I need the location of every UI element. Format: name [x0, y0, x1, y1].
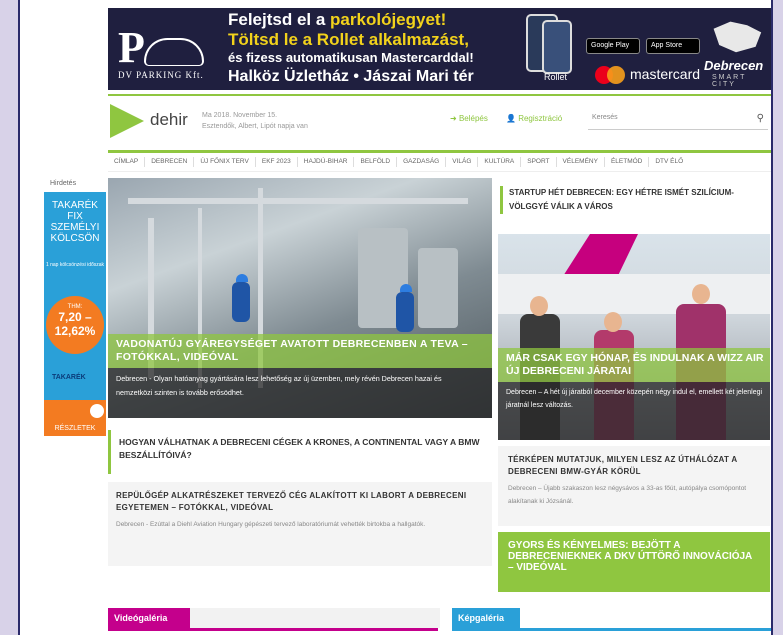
date-line: Ma 2018. November 15. [202, 112, 278, 119]
search-icon[interactable]: ⚲ [757, 113, 764, 124]
google-play-badge[interactable]: Google Play [586, 38, 640, 54]
startup-article-title[interactable]: STARTUP HÉT DEBRECEN: EGY HÉTRE ISMÉT SZ… [500, 186, 771, 214]
nav-item-vilag[interactable]: VILÁG [446, 157, 479, 167]
rollet-logo: Rollet [544, 72, 568, 82]
dehir-logo-text[interactable]: dehir [150, 110, 188, 130]
repulo-article-desc: Debrecen - Ezúttal a Diehl Aviation Hung… [116, 521, 426, 528]
date-info: Ma 2018. November 15. Esztendők, Albert,… [202, 110, 308, 132]
thm-badge: THM: 7,20 – 12,62% [46, 296, 104, 354]
app-store-badge[interactable]: App Store [646, 38, 700, 54]
wizz-article-title[interactable]: MÁR CSAK EGY HÓNAP, ÉS INDULNAK A WIZZ A… [506, 352, 766, 378]
mastercard-icon [595, 66, 627, 84]
debrecen-map-icon [713, 21, 762, 53]
nav-item-debrecen[interactable]: DEBRECEN [145, 157, 195, 167]
photo-gallery-heading[interactable]: Képgaléria [452, 608, 520, 628]
wizz-article-desc: Debrecen – A hét új járatból december kö… [506, 389, 763, 409]
login-link[interactable]: ➜ Belépés [450, 114, 488, 123]
video-gallery-underline [108, 628, 438, 631]
search-placeholder: Keresés [592, 114, 618, 121]
video-gallery-bar [190, 608, 440, 628]
terkep-article-title[interactable]: TÉRKÉPEN MUTATJUK, MILYEN LESZ AZ ÚTHÁLÓ… [508, 454, 760, 478]
register-link[interactable]: 👤 Regisztráció [506, 114, 562, 123]
nav-item-ekf-2023[interactable]: EKF 2023 [256, 157, 298, 167]
nav-item-eletmod[interactable]: ÉLETMÓD [605, 157, 650, 167]
ad-label: Hirdetés [50, 180, 77, 187]
search-input[interactable]: Keresés ⚲ [588, 110, 768, 130]
nav-item-cimlap[interactable]: CÍMLAP [108, 157, 146, 167]
nav-item-uj-fonix-terv[interactable]: ÚJ FŐNIX TERV [194, 157, 256, 167]
phone-icon-2 [542, 20, 572, 74]
parking-banner-ad[interactable]: P DV PARKING Kft. Felejtsd el a parkolój… [108, 8, 771, 90]
header-divider [108, 94, 771, 96]
main-nav: CÍMLAP DEBRECEN ÚJ FŐNIX TERV EKF 2023 H… [108, 150, 771, 172]
nav-item-velemeny[interactable]: VÉLEMÉNY [557, 157, 605, 167]
nav-item-gazdasag[interactable]: GAZDASÁG [397, 157, 447, 167]
takarek-ad[interactable]: TAKARÉK FIX SZEMÉLYI KÖLCSÖN 1 nap kölcs… [44, 192, 106, 436]
main-article-desc: Debrecen - Olyan hatóanyag gyártására le… [116, 374, 442, 397]
nav-item-dtv-elo[interactable]: DTV ÉLŐ [649, 157, 689, 167]
main-article-title[interactable]: VADONATÚJ GYÁREGYSÉGET AVATOTT DEBRECENB… [116, 338, 478, 364]
nameday-line: Esztendők, Albert, Lipót napja van [202, 123, 308, 130]
ad-headline: TAKARÉK FIX SZEMÉLYI KÖLCSÖN [50, 200, 100, 244]
banner-location: Halköz Üzletház • Jászai Mari tér [228, 68, 474, 85]
car-icon [144, 38, 204, 66]
photo-gallery-underline [452, 628, 771, 631]
banner-subline: Töltsd le a Rollet alkalmazást, [228, 30, 469, 49]
repulo-article-title[interactable]: REPÜLŐGÉP ALKATRÉSZEKET TERVEZŐ CÉG ALAK… [116, 490, 484, 514]
dehir-logo-icon[interactable] [108, 102, 146, 140]
parking-logo-sub: DV PARKING Kft. [118, 70, 204, 80]
page-background-right [773, 0, 783, 635]
page-container: P DV PARKING Kft. Felejtsd el a parkolój… [18, 0, 773, 635]
debrecen-logo-text: Debrecen [704, 58, 764, 73]
arrow-icon [90, 404, 104, 418]
ad-small-print: 1 nap kölcsönzési időszak [45, 262, 105, 268]
page-background-left [0, 0, 18, 635]
parking-logo-letter: P [118, 23, 145, 72]
repulo-article-card[interactable]: REPÜLŐGÉP ALKATRÉSZEKET TERVEZŐ CÉG ALAK… [108, 482, 492, 566]
gyors-article-card[interactable]: GYORS ÉS KÉNYELMES: BEJÖTT A DEBRECENIEK… [498, 532, 770, 592]
terkep-article-desc: Debrecen – Újabb szakaszon lesz négysávo… [508, 485, 747, 505]
nav-item-kultura[interactable]: KULTÚRA [478, 157, 522, 167]
ad-details-button[interactable]: RÉSZLETEK [44, 400, 106, 436]
dv-parking-logo: P DV PARKING Kft. [114, 20, 204, 80]
smart-city-text: SMART CITY [712, 74, 747, 88]
banner-headline: Felejtsd el a parkolójegyet! [228, 10, 447, 29]
mastercard-text: mastercard [630, 66, 701, 82]
banner-mastercard-line: és fizess automatikusan Mastercarddal! [228, 50, 474, 65]
hogyan-article-title[interactable]: HOGYAN VÁLHATNAK A DEBRECENI CÉGEK A KRO… [108, 430, 492, 474]
nav-item-hajdu-bihar[interactable]: HAJDÚ-BIHAR [298, 157, 355, 167]
terkep-article-card[interactable]: TÉRKÉPEN MUTATJUK, MILYEN LESZ AZ ÚTHÁLÓ… [498, 446, 770, 526]
nav-item-belfold[interactable]: BELFÖLD [354, 157, 398, 167]
takarek-logo: TAKARÉK [52, 374, 86, 381]
nav-item-sport[interactable]: SPORT [521, 157, 557, 167]
video-gallery-heading[interactable]: Videógaléria [108, 608, 192, 628]
